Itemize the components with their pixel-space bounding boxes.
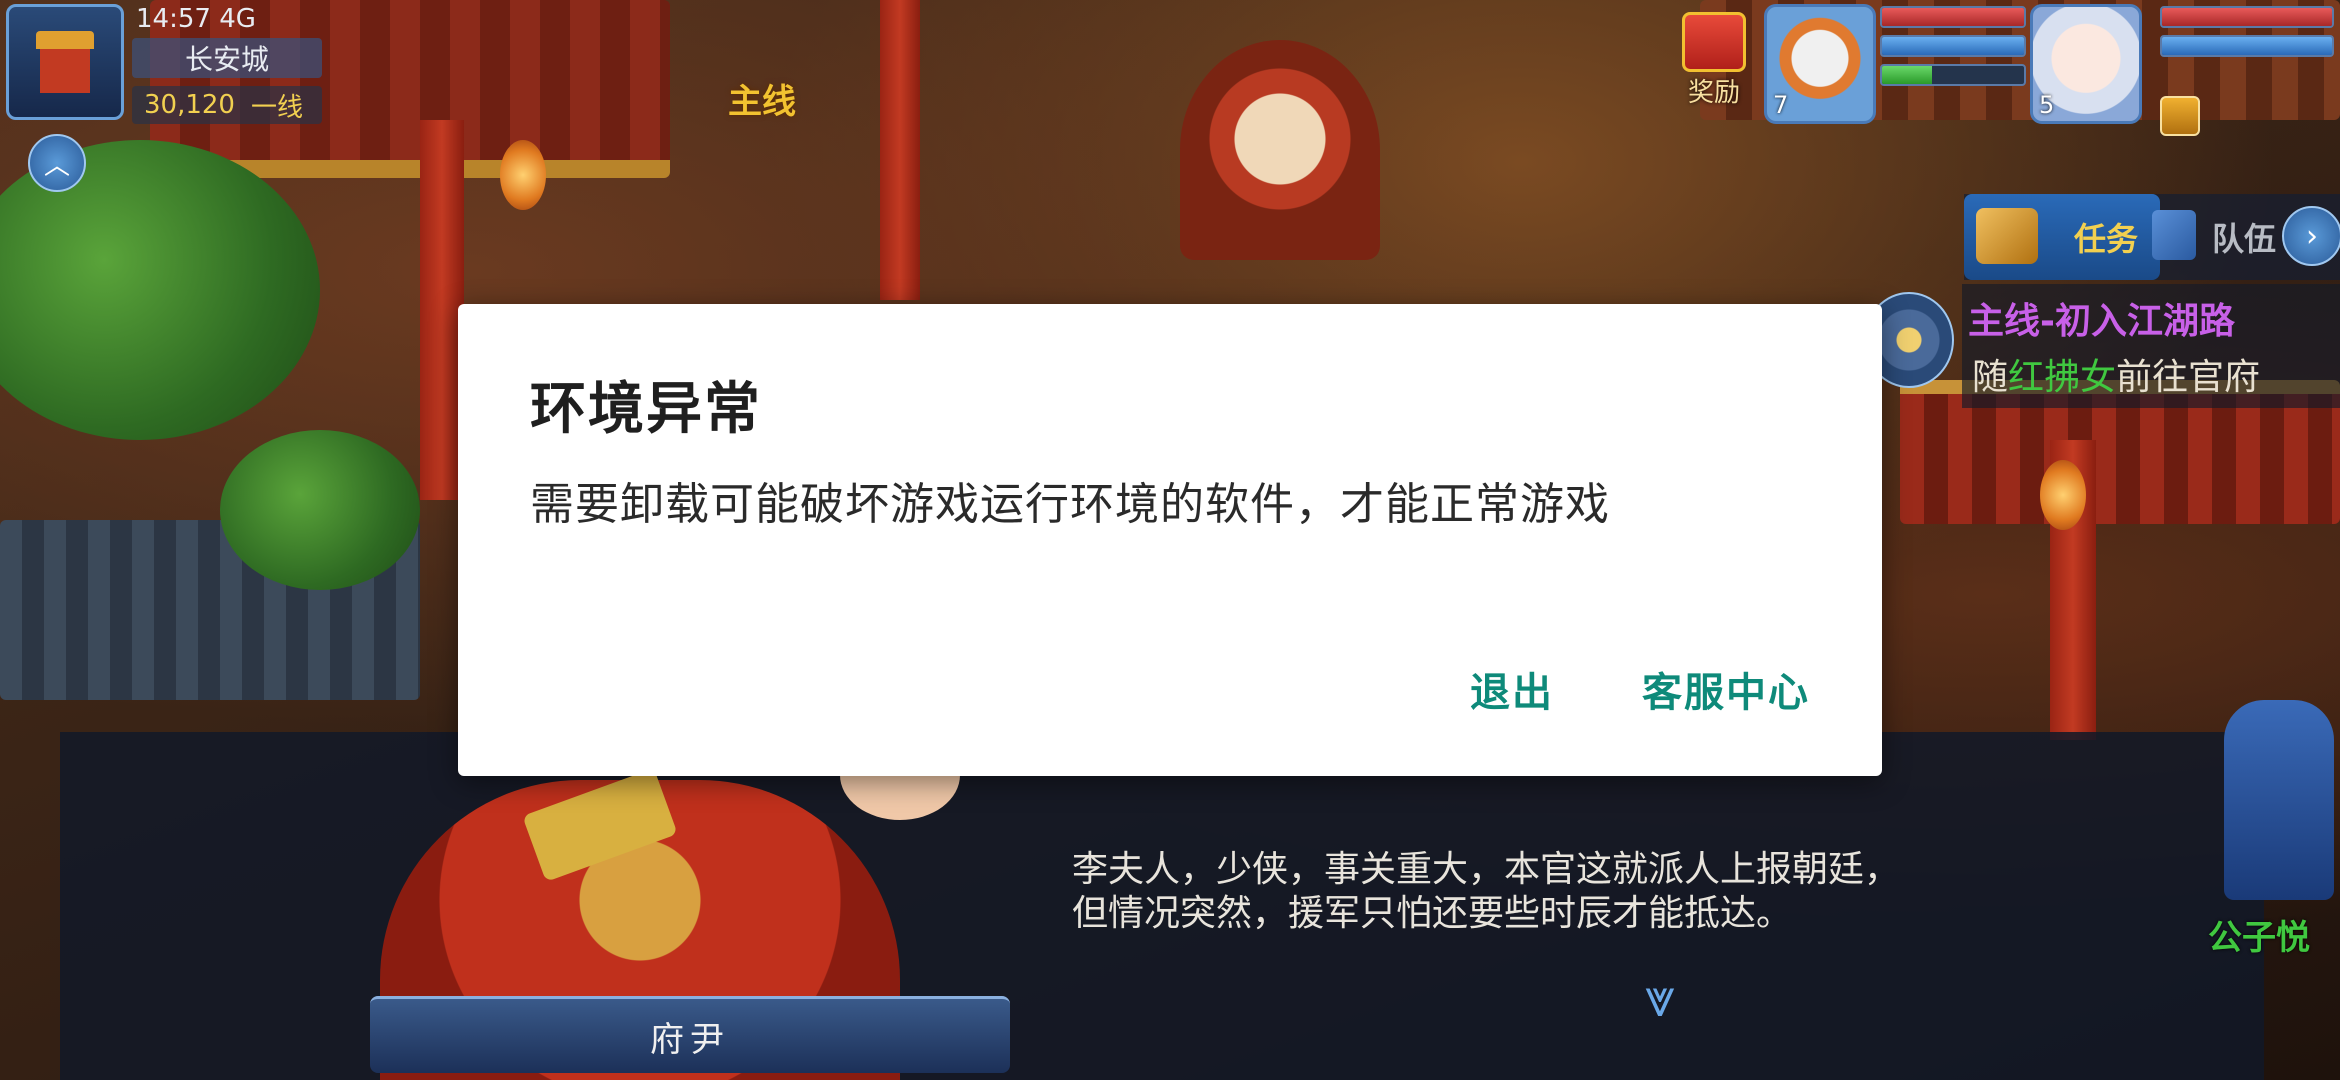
next-dialogue-icon[interactable]: ⩔ <box>1630 968 1690 1028</box>
drum <box>1180 40 1380 260</box>
red-pillar <box>880 0 920 300</box>
reward-button[interactable]: 奖励 <box>1668 6 1760 116</box>
tab-team[interactable]: 队伍 <box>2136 194 2296 280</box>
pet-mp-fill <box>1882 37 2024 55</box>
quest-desc-suffix: 前往官府 <box>2116 357 2261 398</box>
pet-level: 7 <box>1773 91 1789 119</box>
map-name[interactable]: 长安城 <box>132 38 322 78</box>
collapse-quest-icon[interactable]: › <box>2282 206 2340 266</box>
pet-hp-bar <box>1880 6 2026 28</box>
pet-xp-fill <box>1882 66 1932 84</box>
environment-warning-dialog: 环境异常 需要卸载可能破坏游戏运行环境的软件，才能正常游戏 退出 客服中心 <box>458 304 1882 776</box>
gift-box-icon <box>1682 12 1746 72</box>
tab-task[interactable]: 任务 <box>1964 194 2160 280</box>
flag-icon <box>2152 210 2196 260</box>
hero-mp-bar <box>2160 35 2334 57</box>
city-gate-icon <box>30 27 100 97</box>
dialog-message: 需要卸载可能破坏游戏运行环境的软件，才能正常游戏 <box>530 479 1610 530</box>
side-npc-figure[interactable] <box>2224 700 2334 900</box>
exit-button[interactable]: 退出 <box>1470 660 1554 718</box>
hero-mp-fill <box>2162 37 2332 55</box>
pet-xp-bar <box>1880 64 2026 86</box>
hero-status-bars <box>2160 6 2334 64</box>
quest-tracker[interactable]: 主线-初入江湖路 随红拂女前往官府 <box>1962 284 2340 408</box>
dialogue-line: 但情况突然，援军只怕还要些时辰才能抵达。 <box>1072 893 1793 934</box>
buff-icon[interactable] <box>2160 96 2200 136</box>
dialog-title: 环境异常 <box>530 377 762 442</box>
lantern <box>2040 460 2086 530</box>
quest-title: 主线-初入江湖路 <box>1968 301 2235 342</box>
dialogue-line: 李夫人，少侠，事关重大，本官这就派人上报朝廷， <box>1072 849 1901 890</box>
pet-hp-fill <box>1882 8 2024 26</box>
npc-name: 府尹 <box>370 996 1010 1073</box>
pet-status-bars <box>1880 6 2026 93</box>
customer-service-button[interactable]: 客服中心 <box>1642 660 1810 718</box>
coordinates: 30,120 <box>144 90 235 120</box>
lantern <box>500 140 546 210</box>
hero-level: 5 <box>2039 91 2055 119</box>
tree <box>220 430 420 590</box>
pet-mp-bar <box>1880 35 2026 57</box>
hero-hp-bar <box>2160 6 2334 28</box>
dialogue-text: 李夫人，少侠，事关重大，本官这就派人上报朝廷， 但情况突然，援军只怕还要些时辰才… <box>1072 848 1900 936</box>
scroll-icon <box>1976 208 2038 264</box>
server-line[interactable]: 一线 <box>251 87 303 124</box>
quest-desc-prefix: 随 <box>1972 357 2009 398</box>
coords-line: 30,120 一线 <box>132 86 322 124</box>
reward-label: 奖励 <box>1687 78 1740 108</box>
tab-task-label: 任务 <box>2073 220 2138 258</box>
side-npc-name[interactable]: 公子悦 <box>2208 910 2310 959</box>
collapse-up-icon[interactable]: ︿ <box>28 134 86 192</box>
pet-portrait[interactable]: 7 <box>1764 4 1876 124</box>
hero-portrait[interactable]: 5 <box>2030 4 2142 124</box>
status-time-network: 14:57 4G <box>136 4 256 34</box>
tab-team-label: 队伍 <box>2211 220 2276 258</box>
quest-npc-link[interactable]: 红拂女 <box>2008 357 2116 398</box>
hero-hp-fill <box>2162 8 2332 26</box>
map-emblem-button[interactable] <box>6 4 124 120</box>
quest-description: 随红拂女前往官府 <box>1972 348 2260 400</box>
mainline-marker[interactable]: 主线 <box>728 74 796 123</box>
